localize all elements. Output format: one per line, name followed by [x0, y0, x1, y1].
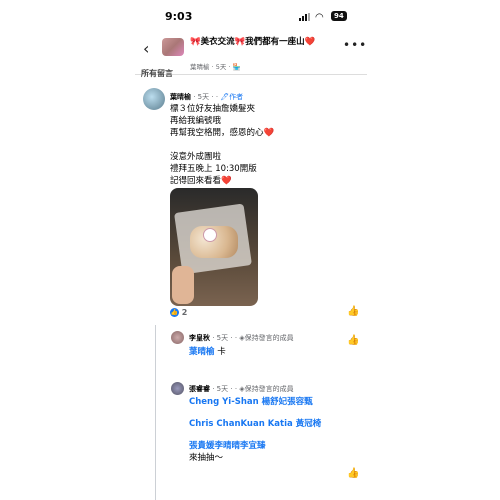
group-name[interactable]: 🎀美衣交流🎀我們都有一座山❤️ [190, 37, 338, 48]
mention-link[interactable]: Chris ChanKuan Katia 黃冠椅 [189, 418, 321, 430]
post-line: 記得回來看看❤️ [170, 176, 232, 186]
post-meta: · 5天 · · [193, 93, 221, 101]
mention-link[interactable]: 葉晴榆 [189, 347, 215, 357]
like-icon[interactable]: 👍 [347, 306, 359, 317]
clock: 9:03 [165, 10, 193, 23]
like-icon[interactable]: 👍 [347, 335, 359, 346]
post-line [170, 139, 360, 151]
reply-meta: · 5天 · · ◈保持發言的成員 [212, 334, 294, 342]
author-name[interactable]: 葉晴榆 [170, 93, 191, 101]
reply-author-name[interactable]: 李皇秋 [189, 334, 210, 342]
author-badge: 🖊作者 [220, 93, 244, 101]
reply-author-line: 張睿睿 · 5天 · · ◈保持發言的成員 [189, 384, 294, 394]
post-line: 再給我編號哦 [170, 116, 222, 126]
reply-meta: · 5天 · · ◈保持發言的成員 [212, 385, 294, 393]
reply-text: 卡 [214, 347, 226, 357]
reply-body: 葉晴榆 卡 [189, 345, 226, 357]
post-photo[interactable] [170, 188, 258, 306]
reply-author-name[interactable]: 張睿睿 [189, 385, 210, 393]
battery-indicator: 94 [331, 11, 347, 21]
mention-link[interactable]: 張貴媛李晴晴李宜臻 [189, 440, 321, 452]
avatar[interactable] [171, 382, 184, 395]
phone-screen: 9:03 ◠ 94 ‹ 🎀美衣交流🎀我們都有一座山❤️ 葉晴榆 · 5天 · 🏪… [135, 0, 367, 500]
signal-icon [299, 13, 310, 21]
reaction-summary[interactable]: 👍 2 [170, 308, 187, 317]
chevron-left-icon[interactable]: ‹ [143, 39, 149, 58]
comments-filter-label[interactable]: 所有留言 [135, 68, 367, 78]
post-line: 沒意外成團啦 [170, 152, 222, 162]
reply-author-line: 李皇秋 · 5天 · · ◈保持發言的成員 [189, 333, 294, 343]
avatar[interactable] [143, 88, 165, 110]
mention-link[interactable]: Cheng Yi-Shan 楊舒妃張容甄 [189, 396, 321, 408]
post-line: 再幫我空格開，感恩的心❤️ [170, 128, 275, 138]
avatar[interactable] [171, 331, 184, 344]
post-author-line: 葉晴榆 · 5天 · · 🖊作者 [170, 92, 243, 102]
hand-shape [172, 266, 194, 304]
thread-line [155, 325, 156, 500]
reply-body: Cheng Yi-Shan 楊舒妃張容甄 Chris ChanKuan Kati… [189, 396, 321, 464]
more-icon[interactable]: ••• [343, 38, 367, 52]
wifi-icon: ◠ [315, 12, 324, 23]
post-body: 標３位好友抽詹嬌髮夾 再給我編號哦 再幫我空格開，感恩的心❤️ 沒意外成團啦 禮… [170, 103, 360, 187]
post-line: 標３位好友抽詹嬌髮夾 [170, 104, 256, 114]
like-icon[interactable]: 👍 [347, 468, 359, 479]
like-reaction-icon: 👍 [170, 308, 179, 317]
group-thumbnail[interactable] [162, 38, 184, 56]
post-line: 禮拜五晚上 10:30開版 [170, 164, 257, 174]
badge-shape [203, 228, 217, 242]
status-bar: 9:03 ◠ 94 [135, 0, 367, 30]
reply-text: 來抽抽～ [189, 453, 224, 463]
reaction-count: 2 [181, 308, 188, 317]
